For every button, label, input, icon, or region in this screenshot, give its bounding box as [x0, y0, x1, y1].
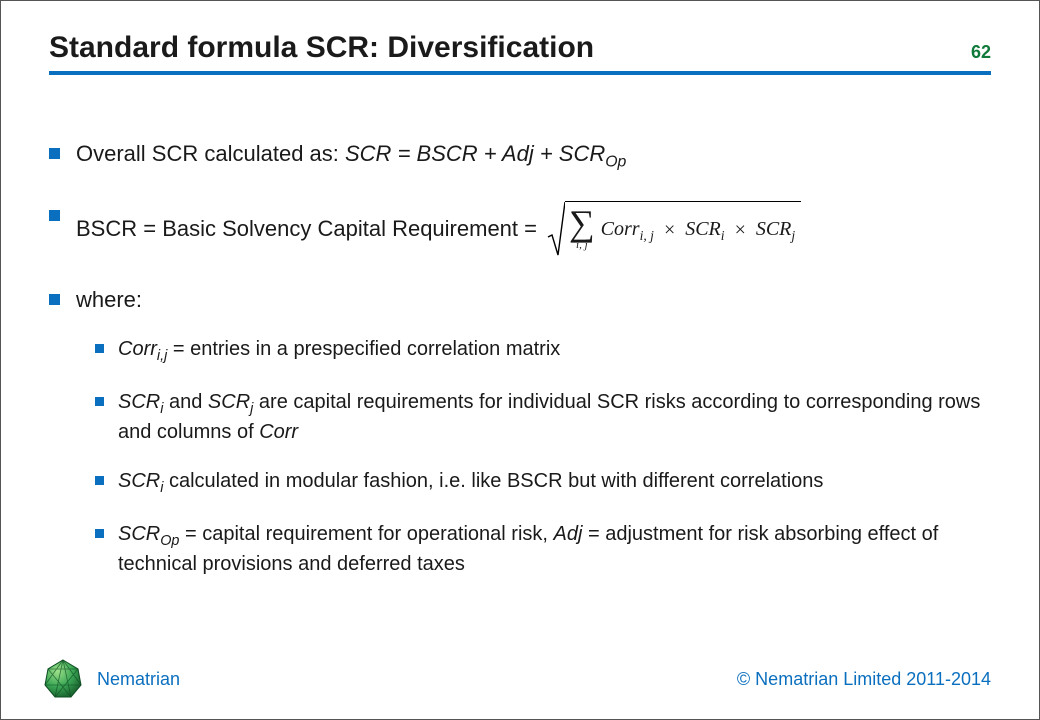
bullet-icon	[49, 148, 60, 159]
copyright: © Nematrian Limited 2011-2014	[737, 669, 991, 690]
term-scrop: SCR	[118, 523, 160, 545]
times-icon: ×	[731, 217, 750, 244]
bullet-bscr-definition: BSCR = Basic Solvency Capital Requiremen…	[49, 201, 991, 257]
term-scrop: SCR	[559, 141, 605, 166]
bullet-overall-scr: Overall SCR calculated as: SCR = BSCR + …	[49, 139, 991, 173]
summation: ∑ i, j	[569, 209, 595, 251]
scr: SCR	[756, 218, 792, 240]
sub-bullets: Corri,j = entries in a prespecified corr…	[95, 336, 991, 578]
text: = entries in a prespecified correlation …	[167, 338, 560, 360]
bullet-icon	[49, 210, 60, 221]
bullet-text: SCRi and SCRj are capital requirements f…	[118, 389, 991, 446]
term-corr: Corr	[118, 338, 157, 360]
term-corr-sub: i,j	[157, 348, 167, 364]
square-root: ∑ i, j Corri, j × SCRi × SCRj	[547, 201, 801, 257]
times-icon: ×	[660, 217, 679, 244]
bullet-icon	[95, 397, 104, 406]
slide-footer: Nematrian © Nematrian Limited 2011-2014	[41, 657, 991, 701]
sigma-index: i, j	[576, 240, 588, 251]
sub-bullet-scr-ij: SCRi and SCRj are capital requirements f…	[95, 389, 991, 446]
bullet-text: SCROp = capital requirement for operatio…	[118, 521, 991, 578]
slide-content: Overall SCR calculated as: SCR = BSCR + …	[49, 111, 991, 578]
sigma-icon: ∑	[569, 209, 595, 238]
term-adj: Adj	[502, 141, 534, 166]
slide-title: Standard formula SCR: Diversification	[49, 31, 594, 65]
scr-i-sub: i	[721, 228, 725, 243]
bscr-formula: ∑ i, j Corri, j × SCRi × SCRj	[547, 201, 801, 257]
bullet-text: where:	[76, 285, 991, 315]
bullet-icon	[95, 529, 104, 538]
bullet-where: where:	[49, 285, 991, 315]
slide-number: 62	[971, 42, 991, 65]
bullet-icon	[95, 476, 104, 485]
plus: +	[534, 141, 559, 166]
bullet-text: Overall SCR calculated as: SCR = BSCR + …	[76, 139, 991, 173]
scr: SCR	[685, 218, 721, 240]
term-corr: Corri, j	[601, 216, 654, 245]
term-bscr: BSCR	[417, 141, 478, 166]
slide: Standard formula SCR: Diversification 62…	[0, 0, 1040, 720]
term-scr-i: SCR	[118, 391, 160, 413]
sub-bullet-scrop-adj: SCROp = capital requirement for operatio…	[95, 521, 991, 578]
logo-icon	[41, 657, 85, 701]
corr-sub: i, j	[640, 228, 654, 243]
text: Overall SCR calculated as:	[76, 141, 345, 166]
term-scr-i: SCRi	[685, 216, 724, 245]
text: calculated in modular fashion, i.e. like…	[163, 470, 823, 492]
eq: =	[391, 141, 416, 166]
sub-bullet-corr: Corri,j = entries in a prespecified corr…	[95, 336, 991, 366]
term-adj: Adj	[554, 523, 583, 545]
bullet-icon	[95, 344, 104, 353]
radical-icon	[547, 201, 565, 257]
term-scrop-sub: Op	[160, 533, 179, 549]
term-scrop-sub: Op	[605, 153, 626, 170]
bullet-text: BSCR = Basic Solvency Capital Requiremen…	[76, 201, 991, 257]
radicand: ∑ i, j Corri, j × SCRi × SCRj	[565, 201, 801, 257]
sub-bullet-scr-i-modular: SCRi calculated in modular fashion, i.e.…	[95, 468, 991, 498]
bullet-text: SCRi calculated in modular fashion, i.e.…	[118, 468, 991, 498]
term-scr-j: SCR	[208, 391, 250, 413]
scr-j-sub: j	[791, 228, 795, 243]
term-corr: Corr	[259, 421, 298, 443]
corr: Corr	[601, 218, 640, 240]
term-scr: SCR	[345, 141, 391, 166]
plus: +	[478, 141, 502, 166]
text-and: and	[163, 391, 207, 413]
text: BSCR = Basic Solvency Capital Requiremen…	[76, 214, 537, 244]
brand-name: Nematrian	[97, 669, 180, 690]
text: = capital requirement for operational ri…	[179, 523, 553, 545]
bullet-text: Corri,j = entries in a prespecified corr…	[118, 336, 991, 366]
footer-left: Nematrian	[41, 657, 180, 701]
slide-header: Standard formula SCR: Diversification 62	[49, 31, 991, 75]
term-scr-i: SCR	[118, 470, 160, 492]
bullet-icon	[49, 294, 60, 305]
term-scr-j: SCRj	[756, 216, 795, 245]
